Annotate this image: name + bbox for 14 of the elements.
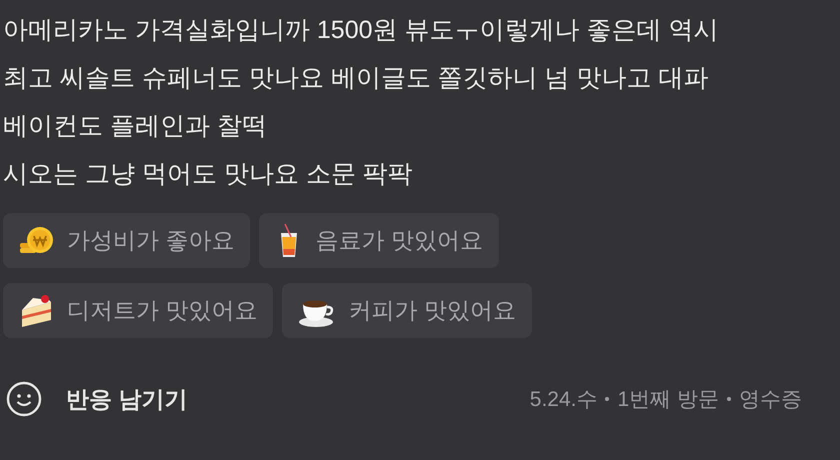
review-text: 아메리카노 가격실화입니까 1500원 뷰도ㅜ이렇게나 좋은데 역시 [3, 15, 720, 46]
review-text: 시오는 그냥 먹어도 맛나요 소문 팍팍 [3, 159, 414, 190]
review-text: 베이컨도 플레인과 찰떡 [3, 111, 268, 142]
keyword-tag[interactable]: 커피가 맛있어요 [282, 283, 532, 338]
visit-info: 영수증 [739, 387, 802, 413]
review-text: 최고 씨솔트 슈페너도 맛나요 베이글도 쫄깃하니 넘 맛나고 대파 [3, 63, 710, 94]
visit-info: 1번째 방문 [617, 387, 719, 413]
smiley-icon [6, 381, 42, 417]
keyword-tag[interactable]: 가성비가 좋아요 [3, 213, 250, 268]
keyword-tag[interactable]: 디저트가 맛있어요 [3, 283, 274, 338]
visit-info: 5.24.수 [530, 387, 598, 413]
reaction-button[interactable]: 반응 남기기 [3, 381, 188, 417]
keyword-tag[interactable]: 음료가 맛있어요 [259, 213, 499, 268]
coin-icon [19, 226, 55, 256]
